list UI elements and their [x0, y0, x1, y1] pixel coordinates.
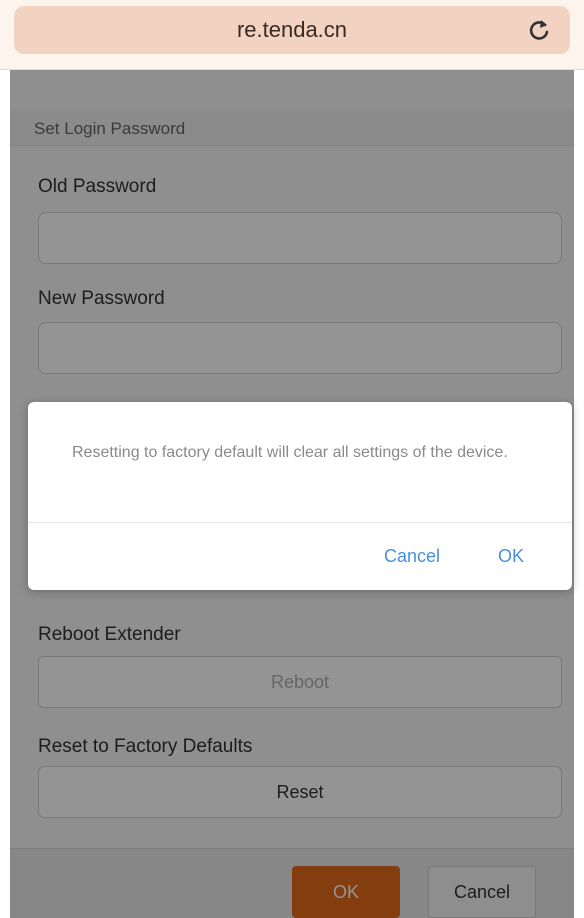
reload-icon[interactable]	[526, 16, 552, 44]
dialog-divider	[28, 522, 572, 523]
dialog-cancel-button[interactable]: Cancel	[384, 546, 440, 567]
dialog-ok-button[interactable]: OK	[498, 546, 524, 567]
browser-toolbar: re.tenda.cn	[0, 0, 584, 70]
dialog-message: Resetting to factory default will clear …	[72, 444, 508, 461]
url-text[interactable]: re.tenda.cn	[14, 17, 570, 43]
confirm-dialog: Resetting to factory default will clear …	[28, 402, 572, 590]
address-bar[interactable]: re.tenda.cn	[14, 6, 570, 54]
